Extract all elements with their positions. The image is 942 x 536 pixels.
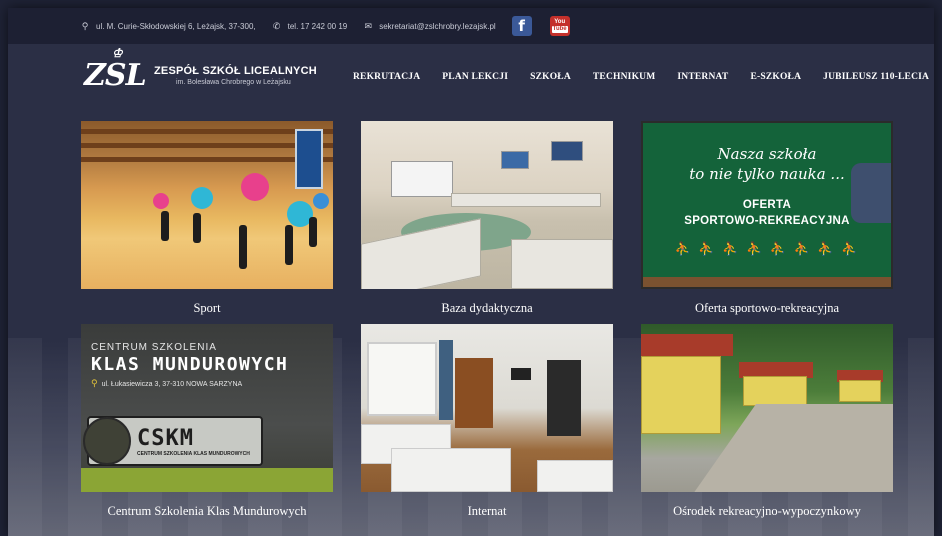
tile-caption[interactable]: Baza dydaktyczna <box>361 301 613 316</box>
soldier-emblem-icon <box>83 417 131 465</box>
grass-strip <box>81 468 333 492</box>
tile-caption[interactable]: Sport <box>81 301 333 316</box>
tile-caption[interactable]: Oferta sportowo-rekreacyjna <box>641 301 893 316</box>
cskm-image[interactable]: CENTRUM SZKOLENIA KLAS MUNDUROWYCH ⚲ ul. … <box>81 324 333 492</box>
nav-technikum[interactable]: TECHNIKUM <box>593 72 656 82</box>
house-building <box>839 380 881 402</box>
map-pin-icon: ⚲ <box>91 378 98 388</box>
gym-ball <box>191 187 213 209</box>
badge-big: CSKM <box>137 425 194 451</box>
youtube-icon[interactable]: You Tube <box>549 16 570 36</box>
phone-icon: ✆ <box>272 20 281 31</box>
gym-ball <box>241 173 269 201</box>
school-logo[interactable]: ♔ ZSL ZESPÓŁ SZKÓŁ LICEALNYCH im. Bolesł… <box>84 46 317 93</box>
house-building <box>743 376 807 406</box>
house-building <box>641 356 721 434</box>
site-header: ♔ ZSL ZESPÓŁ SZKÓŁ LICEALNYCH im. Bolesł… <box>8 44 934 124</box>
cskm-line2: KLAS MUNDUROWYCH <box>91 354 289 375</box>
gym-ball <box>313 193 329 209</box>
gym-window <box>295 129 323 189</box>
room-bed <box>391 448 511 492</box>
wall-picture <box>501 151 529 169</box>
nav-jubileusz[interactable]: JUBILEUSZ 110-LECIA <box>823 72 929 82</box>
phone-item[interactable]: ✆ tel. 17 242 00 19 <box>272 20 348 32</box>
cskm-badge: CSKM CENTRUM SZKOLENIA KLAS MUNDUROWYCH <box>83 416 263 466</box>
room-bed <box>537 460 613 492</box>
student-figure <box>161 211 169 241</box>
whiteboard <box>391 161 453 197</box>
house-roof <box>641 334 733 356</box>
tile-caption[interactable]: Internat <box>361 504 613 519</box>
badge-small: CENTRUM SZKOLENIA KLAS MUNDUROWYCH <box>137 450 250 457</box>
contact-bar: ⚲ ul. M. Curie-Skłodowskiej 6, Leżajsk, … <box>8 8 934 44</box>
page: ⚲ ul. M. Curie-Skłodowskiej 6, Leżajsk, … <box>8 8 934 536</box>
email-item[interactable]: ✉ sekretariat@zslchrobry.lezajsk.pl <box>363 21 495 32</box>
nav-internat[interactable]: INTERNAT <box>677 72 728 82</box>
sport-image[interactable] <box>81 121 333 289</box>
room-wardrobe <box>455 358 493 428</box>
logo-text: ZESPÓŁ SZKÓŁ LICEALNYCH im. Bolesława Ch… <box>154 65 317 86</box>
student-figure <box>285 225 293 265</box>
classroom-image[interactable] <box>361 121 613 289</box>
nav-rekrutacja[interactable]: REKRUTACJA <box>353 72 420 82</box>
youtube-tube-text: Tube <box>551 26 568 33</box>
student-figure <box>239 225 247 269</box>
tile-oferta-sportowo-rekreacyjna[interactable]: Nasza szkoła to nie tylko nauka ... OFER… <box>641 121 893 316</box>
cskm-address: ⚲ ul. Łukasiewicza 3, 37-310 NOWA SARZYNA <box>91 378 242 389</box>
dormitory-image[interactable] <box>361 324 613 492</box>
room-curtain <box>439 340 453 420</box>
nav-plan-lekcji[interactable]: PLAN LEKCJI <box>442 72 508 82</box>
facebook-icon[interactable]: f <box>511 16 532 36</box>
room-door <box>547 360 581 436</box>
desk-row <box>511 239 613 289</box>
logo-mark-text: ZSL <box>84 58 147 93</box>
room-tv <box>511 368 531 380</box>
tile-baza-dydaktyczna[interactable]: Baza dydaktyczna <box>361 121 613 316</box>
logo-subtitle: im. Bolesława Chrobrego w Leżajsku <box>176 79 291 86</box>
cskm-address-text: ul. Łukasiewicza 3, 37-310 NOWA SARZYNA <box>101 381 243 388</box>
envelope-icon: ✉ <box>364 20 372 31</box>
map-pin-icon: ⚲ <box>81 20 89 31</box>
logo-mark: ♔ ZSL <box>84 46 150 93</box>
desk-row <box>451 193 601 207</box>
tile-centrum-szkolenia[interactable]: CENTRUM SZKOLENIA KLAS MUNDUROWYCH ⚲ ul. … <box>81 324 333 519</box>
badge-text: CSKM CENTRUM SZKOLENIA KLAS MUNDUROWYCH <box>137 426 250 457</box>
student-figure <box>193 213 201 243</box>
logo-title: ZESPÓŁ SZKÓŁ LICEALNYCH <box>154 65 317 77</box>
gym-ball <box>153 193 169 209</box>
email-link[interactable]: sekretariat@zslchrobry.lezajsk.pl <box>379 22 495 31</box>
nav-e-szkola[interactable]: E-SZKOŁA <box>750 72 801 82</box>
chalk-text: Nasza szkoła <box>717 145 817 163</box>
tile-caption[interactable]: Centrum Szkolenia Klas Mundurowych <box>81 504 333 519</box>
student-figure <box>309 217 317 247</box>
nav-szkola[interactable]: SZKOŁA <box>530 72 571 82</box>
phone-text[interactable]: tel. 17 242 00 19 <box>288 22 348 31</box>
resort-image[interactable] <box>641 324 893 492</box>
tile-sport[interactable]: Sport <box>81 121 333 316</box>
crown-icon: ♔ <box>112 46 123 60</box>
room-window <box>367 342 437 416</box>
sports-pictograms-icon: ⛹ ⛹ ⛹ ⛹ ⛹ ⛹ ⛹ ⛹ <box>674 241 860 256</box>
tile-caption[interactable]: Ośrodek rekreacyjno-wypoczynkowy <box>641 504 893 519</box>
wall-picture <box>551 141 583 161</box>
youtube-you-text: You <box>554 19 566 25</box>
main-nav: REKRUTACJA PLAN LEKCJI SZKOŁA TECHNIKUM … <box>353 72 934 82</box>
chalk-tray <box>643 277 891 287</box>
tile-internat[interactable]: Internat <box>361 324 613 519</box>
cskm-line1: CENTRUM SZKOLENIA <box>91 342 217 353</box>
tile-osrodek[interactable]: Ośrodek rekreacyjno-wypoczynkowy <box>641 324 893 519</box>
chalkboard-image[interactable]: Nasza szkoła to nie tylko nauka ... OFER… <box>641 121 893 289</box>
address-text: ul. M. Curie-Skłodowskiej 6, Leżajsk, 37… <box>96 21 256 31</box>
hand-with-chalk <box>851 163 891 223</box>
address-item: ⚲ ul. M. Curie-Skłodowskiej 6, Leżajsk, … <box>80 21 256 32</box>
